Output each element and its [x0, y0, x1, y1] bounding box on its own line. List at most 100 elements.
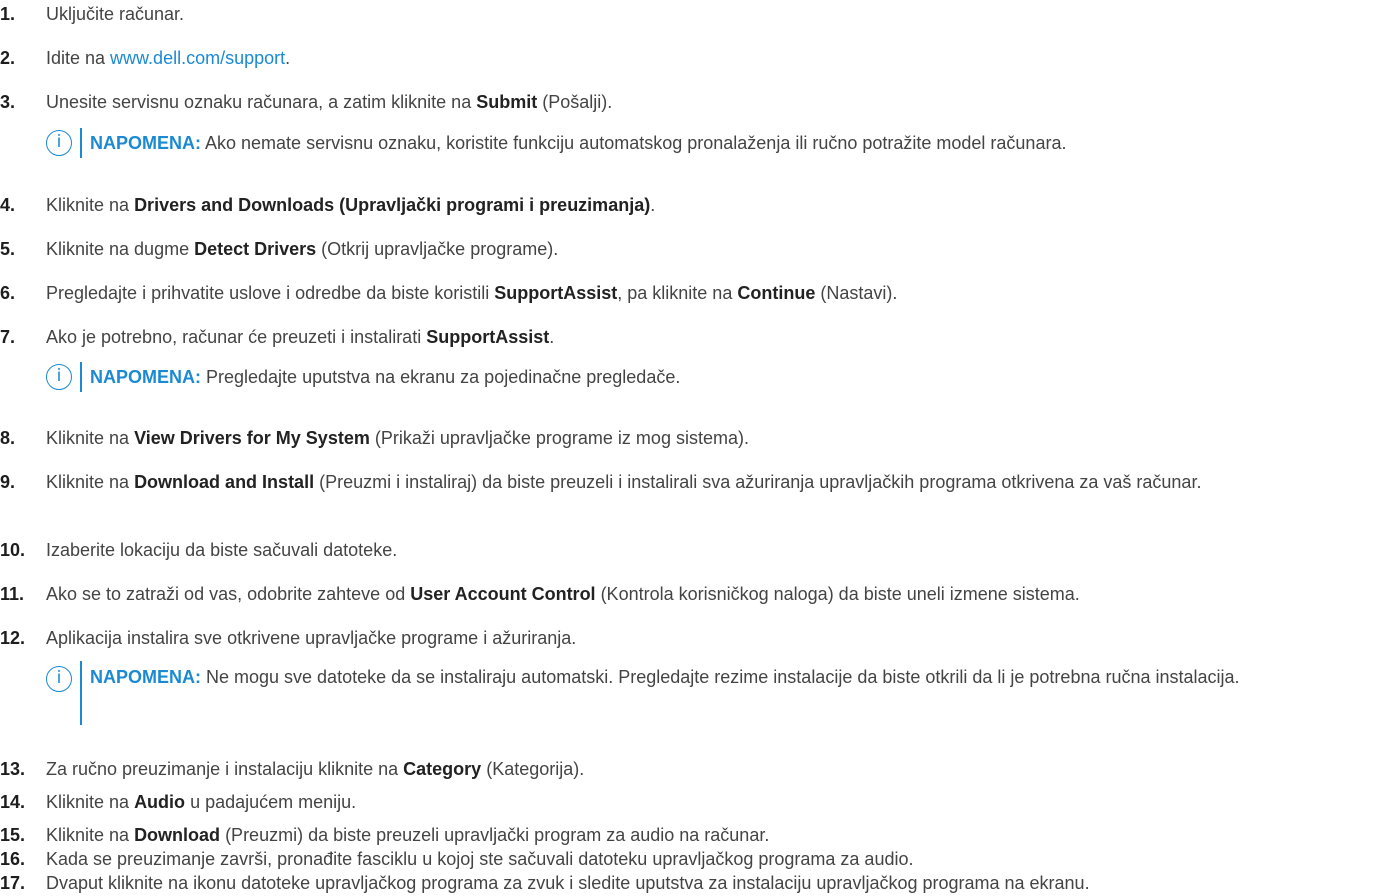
- note-divider: [80, 362, 82, 392]
- step-6: 6. Pregledajte i prihvatite uslove i odr…: [0, 280, 1400, 306]
- info-icon: i: [46, 666, 72, 692]
- step-number: 17.: [0, 873, 26, 893]
- step-17: 17. Dvaput kliknite na ikonu datoteke up…: [0, 870, 1400, 896]
- step-text-part: (Preuzmi) da biste preuzeli upravljački …: [220, 825, 770, 845]
- step-emphasis: Audio: [134, 792, 186, 812]
- step-text-part: Za ručno preuzimanje i instalaciju klikn…: [46, 759, 404, 779]
- step-text-part: Ako se to zatraži od vas, odobrite zahte…: [46, 584, 411, 604]
- step-number: 6.: [0, 283, 16, 303]
- step-text-part: (Otkrij upravljačke programe).: [316, 239, 559, 259]
- step-10: 10. Izaberite lokaciju da biste sačuvali…: [0, 537, 1400, 563]
- step-text: Idite na www.dell.com/support.: [46, 45, 1400, 71]
- step-number: 15.: [0, 825, 26, 845]
- step-text: Kliknite na dugme Detect Drivers (Otkrij…: [46, 236, 1400, 262]
- step-emphasis: Download: [134, 825, 221, 845]
- step-number: 10.: [0, 540, 26, 560]
- note-text: NAPOMENA: Ne mogu sve datoteke da se ins…: [90, 661, 1360, 693]
- step-text-part: (Prikaži upravljačke programe iz mog sis…: [369, 428, 749, 448]
- step-text-part: .: [650, 195, 656, 215]
- note-label: NAPOMENA:: [90, 133, 201, 153]
- step-9: 9. Kliknite na Download and Install (Pre…: [0, 469, 1400, 495]
- step-14: 14. Kliknite na Audio u padajućem meniju…: [0, 789, 1400, 815]
- step-text-part: Ako je potrebno, računar će preuzeti i i…: [46, 327, 427, 347]
- note-body: Pregledajte uputstva na ekranu za pojedi…: [201, 367, 681, 387]
- note-label: NAPOMENA:: [90, 667, 201, 687]
- step-text-part: Kliknite na: [46, 472, 135, 492]
- step-number: 7.: [0, 327, 16, 347]
- step-text: Izaberite lokaciju da biste sačuvali dat…: [46, 540, 398, 560]
- dell-support-link[interactable]: www.dell.com/support: [110, 48, 285, 68]
- step-text: Aplikacija instalira sve otkrivene uprav…: [46, 628, 577, 648]
- step-4: 4. Kliknite na Drivers and Downloads (Up…: [0, 192, 1400, 218]
- step-text-part: (Kategorija).: [481, 759, 585, 779]
- step-text-part: Kliknite na: [46, 792, 135, 812]
- step-text: Kliknite na View Drivers for My System (…: [46, 425, 1400, 451]
- step-text-part: Idite na: [46, 48, 111, 68]
- step-text: Kliknite na Drivers and Downloads (Uprav…: [46, 192, 1400, 218]
- step-text-part: Kliknite na: [46, 195, 135, 215]
- note-divider: [80, 661, 82, 725]
- step-emphasis: Submit: [476, 92, 538, 112]
- note-2: i NAPOMENA: Pregledajte uputstva na ekra…: [46, 362, 1386, 392]
- step-number: 3.: [0, 92, 16, 112]
- step-7: 7. Ako je potrebno, računar će preuzeti …: [0, 324, 1400, 350]
- step-number: 16.: [0, 849, 26, 869]
- step-text-part: Kliknite na: [46, 428, 135, 448]
- step-text-part: Kliknite na dugme: [46, 239, 195, 259]
- step-text: Dvaput kliknite na ikonu datoteke upravl…: [46, 873, 1090, 893]
- step-text-part: Kliknite na: [46, 825, 135, 845]
- step-text-part: .: [285, 48, 291, 68]
- step-text: Kliknite na Audio u padajućem meniju.: [46, 789, 1400, 815]
- step-text: Ako je potrebno, računar će preuzeti i i…: [46, 324, 1400, 350]
- note-body: Ako nemate servisnu oznaku, koristite fu…: [201, 133, 1067, 153]
- step-text: Pregledajte i prihvatite uslove i odredb…: [46, 280, 1400, 306]
- note-1: i NAPOMENA: Ako nemate servisnu oznaku, …: [46, 128, 1386, 158]
- step-number: 9.: [0, 472, 16, 492]
- step-number: 5.: [0, 239, 16, 259]
- step-emphasis: SupportAssist: [426, 327, 550, 347]
- step-text: Kliknite na Download and Install (Preuzm…: [46, 469, 1400, 495]
- step-emphasis: Category: [403, 759, 482, 779]
- step-number: 13.: [0, 759, 26, 779]
- info-icon: i: [46, 364, 72, 390]
- info-icon: i: [46, 130, 72, 156]
- step-emphasis: Drivers and Downloads (Upravljački progr…: [134, 195, 651, 215]
- note-text: NAPOMENA: Ako nemate servisnu oznaku, ko…: [90, 128, 1386, 158]
- step-12: 12. Aplikacija instalira sve otkrivene u…: [0, 625, 1400, 651]
- step-2: 2. Idite na www.dell.com/support.: [0, 45, 1400, 71]
- step-text-part: u padajućem meniju.: [185, 792, 357, 812]
- step-number: 4.: [0, 195, 16, 215]
- note-text: NAPOMENA: Pregledajte uputstva na ekranu…: [90, 362, 1386, 392]
- step-text-part: Pregledajte i prihvatite uslove i odredb…: [46, 283, 495, 303]
- step-13: 13. Za ručno preuzimanje i instalaciju k…: [0, 756, 1400, 782]
- step-text: Kada se preuzimanje završi, pronađite fa…: [46, 849, 914, 869]
- step-emphasis: Detect Drivers: [194, 239, 317, 259]
- step-8: 8. Kliknite na View Drivers for My Syste…: [0, 425, 1400, 451]
- step-emphasis: Continue: [737, 283, 816, 303]
- step-text-part: Unesite servisnu oznaku računara, a zati…: [46, 92, 477, 112]
- step-text-part: .: [549, 327, 555, 347]
- step-3: 3. Unesite servisnu oznaku računara, a z…: [0, 89, 1400, 115]
- step-emphasis: User Account Control: [410, 584, 596, 604]
- step-11: 11. Ako se to zatraži od vas, odobrite z…: [0, 581, 1400, 607]
- step-emphasis: View Drivers for My System: [134, 428, 370, 448]
- step-text: Ako se to zatraži od vas, odobrite zahte…: [46, 581, 1400, 607]
- note-label: NAPOMENA:: [90, 367, 201, 387]
- step-number: 8.: [0, 428, 16, 448]
- step-number: 14.: [0, 792, 26, 812]
- step-emphasis: Download and Install: [134, 472, 315, 492]
- step-1: 1. Uključite računar.: [0, 1, 1400, 27]
- step-number: 1.: [0, 4, 16, 24]
- step-emphasis: SupportAssist: [494, 283, 618, 303]
- step-15: 15. Kliknite na Download (Preuzmi) da bi…: [0, 822, 1400, 848]
- step-text: Za ručno preuzimanje i instalaciju klikn…: [46, 756, 1400, 782]
- instructions-document: 1. Uključite računar. 2. Idite na www.de…: [0, 0, 1400, 896]
- step-text-part: (Kontrola korisničkog naloga) da biste u…: [595, 584, 1080, 604]
- step-text-part: (Preuzmi i instaliraj) da biste preuzeli…: [314, 472, 1202, 492]
- step-text: Uključite računar.: [46, 4, 185, 24]
- note-divider: [80, 128, 82, 158]
- step-text-part: , pa kliknite na: [617, 283, 738, 303]
- step-text-part: (Pošalji).: [537, 92, 613, 112]
- step-number: 2.: [0, 48, 16, 68]
- step-text: Unesite servisnu oznaku računara, a zati…: [46, 89, 1400, 115]
